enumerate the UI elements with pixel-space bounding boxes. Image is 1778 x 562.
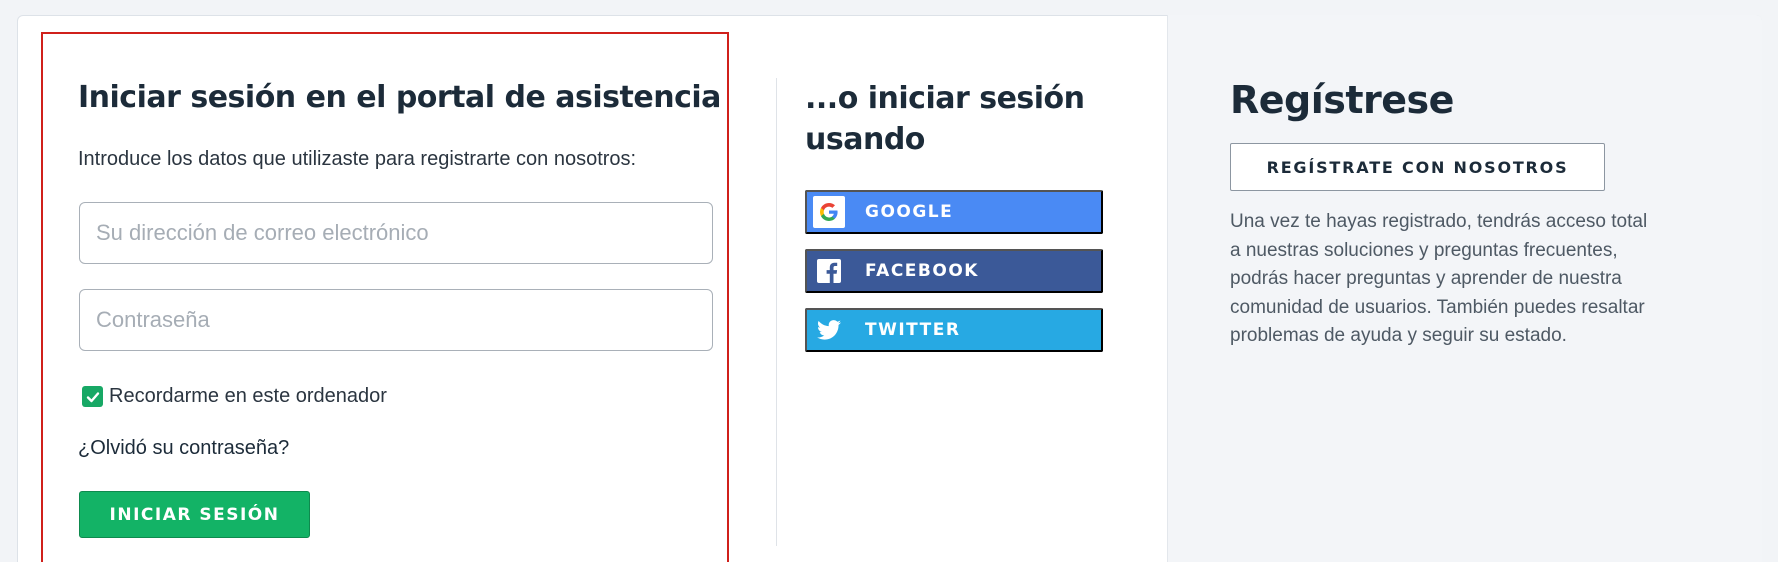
password-field[interactable]	[79, 289, 713, 351]
check-icon	[86, 391, 99, 402]
facebook-icon	[813, 255, 845, 287]
social-login-title: ...o iniciar sesión usando	[805, 81, 1085, 157]
google-login-button[interactable]: GOOGLE	[805, 190, 1103, 234]
facebook-label: FACEBOOK	[865, 261, 979, 281]
twitter-label: TWITTER	[865, 320, 961, 340]
register-title: Regístrese	[1230, 78, 1454, 122]
twitter-login-button[interactable]: TWITTER	[805, 308, 1103, 352]
twitter-icon	[813, 314, 845, 346]
register-button[interactable]: REGÍSTRATE CON NOSOTROS	[1230, 143, 1605, 191]
email-field[interactable]	[79, 202, 713, 264]
google-label: GOOGLE	[865, 202, 954, 222]
remember-me[interactable]: Recordarme en este ordenador	[82, 385, 387, 408]
google-icon	[813, 196, 845, 228]
login-description: Introduce los datos que utilizaste para …	[78, 148, 637, 170]
remember-label: Recordarme en este ordenador	[109, 385, 387, 407]
remember-checkbox[interactable]	[82, 386, 103, 407]
login-button[interactable]: INICIAR SESIÓN	[79, 491, 310, 538]
forgot-password-link[interactable]: ¿Olvidó su contraseña?	[78, 437, 289, 460]
facebook-login-button[interactable]: FACEBOOK	[805, 249, 1103, 293]
column-divider	[776, 78, 777, 546]
register-description: Una vez te hayas registrado, tendrás acc…	[1230, 211, 1648, 346]
login-title: Iniciar sesión en el portal de asistenci…	[78, 80, 721, 115]
